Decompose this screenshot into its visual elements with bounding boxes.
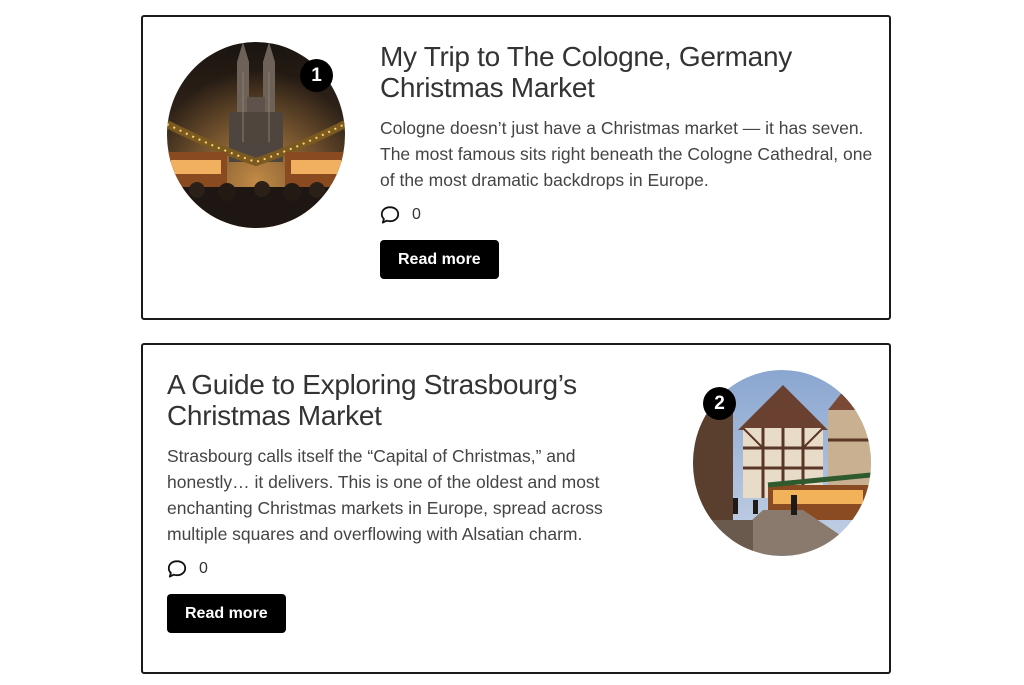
comment-count: 0 (412, 206, 421, 223)
post-card-1: 1 My Trip to The Cologne, Germany Christ… (141, 15, 891, 320)
post-content: A Guide to Exploring Strasbourg’s Christ… (167, 369, 662, 633)
post-content: My Trip to The Cologne, Germany Christma… (380, 41, 880, 279)
post-meta: 0 (380, 204, 880, 226)
speech-bubble-icon[interactable] (167, 559, 187, 579)
post-excerpt: Strasbourg calls itself the “Capital of … (167, 446, 603, 544)
post-title[interactable]: A Guide to Exploring Strasbourg’s Christ… (167, 369, 662, 431)
post-card-2: A Guide to Exploring Strasbourg’s Christ… (141, 343, 891, 674)
post-number-badge: 2 (703, 387, 736, 420)
speech-bubble-icon[interactable] (380, 205, 400, 225)
read-more-button[interactable]: Read more (380, 240, 499, 279)
post-excerpt: Cologne doesn’t just have a Christmas ma… (380, 118, 873, 190)
post-title[interactable]: My Trip to The Cologne, Germany Christma… (380, 41, 880, 103)
post-number-badge: 1 (300, 59, 333, 92)
comment-count: 0 (199, 560, 208, 577)
post-meta: 0 (167, 558, 662, 580)
read-more-button[interactable]: Read more (167, 594, 286, 633)
